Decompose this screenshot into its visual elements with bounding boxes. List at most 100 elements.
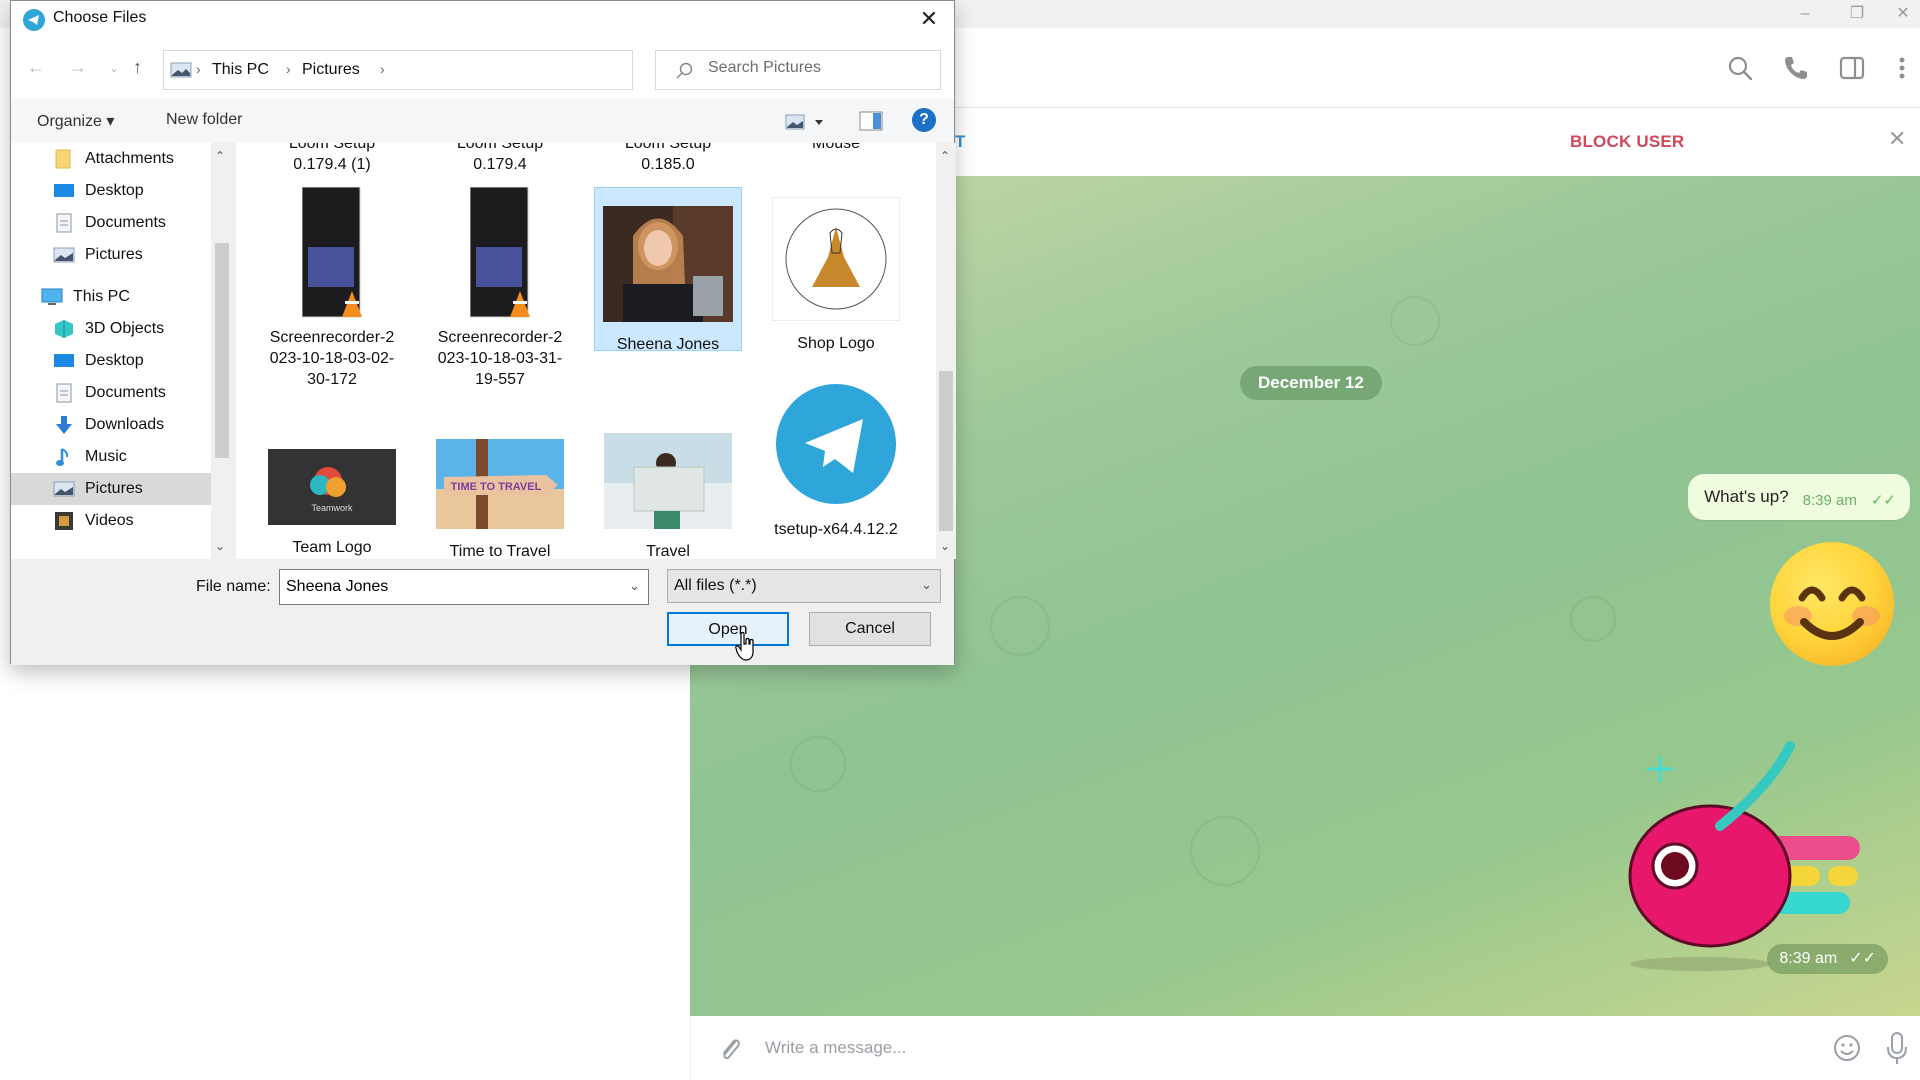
scroll-up-arrow-icon[interactable]: ⌃	[215, 149, 225, 163]
emoji-icon[interactable]	[1831, 1032, 1863, 1064]
file-list: Loom Setup 0.179.4 (1) Loom Setup 0.179.4 Lo…	[236, 143, 936, 559]
file-item[interactable]: tsetup-x64.4.12.2	[762, 383, 910, 540]
nav-item-3d-objects[interactable]: 3D Objects	[53, 313, 211, 345]
breadcrumb-this-pc[interactable]: This PC	[212, 61, 269, 79]
chevron-down-icon[interactable]: ⌄	[629, 578, 640, 594]
microphone-icon[interactable]	[1883, 1030, 1911, 1066]
close-action-bar-icon[interactable]: ✕	[1888, 126, 1907, 152]
file-item[interactable]: Loom Setup 0.179.4	[426, 143, 574, 175]
up-button[interactable]: ↑	[133, 57, 142, 78]
dialog-toolbar: Organize ▾ New folder ?	[11, 99, 954, 143]
file-item[interactable]: Loom Setup 0.179.4 (1)	[258, 143, 406, 175]
scrollbar-thumb[interactable]	[939, 371, 953, 531]
cherry-sticker[interactable]: 8:39 am ✓✓	[1600, 726, 1900, 986]
block-user-button[interactable]: BLOCK USER	[1570, 132, 1684, 152]
navigation-pane-scrollbar[interactable]: ⌃ ⌄	[211, 143, 233, 559]
nav-item-downloads[interactable]: Downloads	[53, 409, 211, 441]
nav-item-documents[interactable]: Documents	[53, 207, 211, 239]
nav-item-pictures[interactable]: Pictures	[11, 473, 211, 505]
scroll-up-arrow-icon[interactable]: ⌃	[940, 149, 950, 163]
search-input[interactable]	[708, 59, 928, 77]
help-button[interactable]: ?	[912, 108, 936, 132]
svg-text:TIME TO TRAVEL: TIME TO TRAVEL	[451, 481, 542, 493]
file-name-line: 0.179.4 (1)	[293, 156, 371, 173]
nav-item-desktop[interactable]: Desktop	[53, 175, 211, 207]
file-item[interactable]: Sheena Jones	[594, 187, 742, 353]
file-item[interactable]: Screenrecorder-2 023-10-18-03-02- 30-172	[258, 186, 406, 390]
open-button[interactable]: Open	[667, 612, 789, 646]
file-item[interactable]: TIME TO TRAVEL Time to Travel	[426, 383, 574, 559]
minimize-button[interactable]: –	[1782, 2, 1828, 26]
file-name-line: 0.185.0	[641, 156, 695, 173]
computer-icon	[41, 287, 63, 307]
scroll-down-arrow-icon[interactable]: ⌄	[940, 539, 950, 553]
dialog-titlebar: Choose Files ✕	[11, 1, 954, 37]
cancel-button[interactable]: Cancel	[809, 612, 931, 646]
3d-objects-icon	[53, 319, 75, 339]
breadcrumb-pictures[interactable]: Pictures	[302, 61, 360, 79]
back-button[interactable]: ←	[27, 57, 45, 78]
recent-locations-button[interactable]: ⌄	[109, 61, 119, 75]
window-close-button[interactable]: ✕	[1880, 2, 1920, 26]
desktop-icon	[53, 181, 75, 201]
nav-item-videos[interactable]: Videos	[53, 505, 211, 537]
file-name-input[interactable]	[286, 578, 606, 596]
change-view-icon[interactable]	[785, 113, 827, 131]
paperclip-icon[interactable]	[715, 1034, 745, 1064]
nav-item-pictures[interactable]: Pictures	[53, 239, 211, 271]
new-folder-button[interactable]: New folder	[166, 111, 242, 129]
nav-item-this-pc[interactable]: This PC	[41, 281, 211, 313]
file-item[interactable]: Loom Setup 0.185.0	[594, 143, 742, 175]
choose-files-dialog: Choose Files ✕ ← → ⌄ ↑ › This PC › Pictu…	[10, 0, 956, 665]
nav-item-documents[interactable]: Documents	[53, 377, 211, 409]
file-item[interactable]: Travel	[594, 383, 742, 559]
file-name-line: Shop Logo	[797, 335, 875, 352]
nav-item-desktop[interactable]: Desktop	[53, 345, 211, 377]
file-list-scrollbar[interactable]: ⌃ ⌄	[936, 143, 956, 559]
breadcrumb-separator: ›	[286, 61, 291, 77]
nav-item-label: Desktop	[85, 182, 144, 199]
file-type-select[interactable]: All files (*.*) ⌄	[667, 569, 941, 603]
file-item[interactable]: Screenrecorder-2 023-10-18-03-31- 19-557	[426, 186, 574, 390]
file-item[interactable]: Mouse	[762, 143, 910, 154]
file-item[interactable]: Teamwork Team Logo	[258, 383, 406, 558]
address-bar[interactable]: › This PC › Pictures › ⌄ ↻	[163, 50, 776, 90]
music-icon	[53, 447, 75, 467]
nav-item-label: Videos	[85, 512, 134, 529]
file-thumbnail	[301, 186, 362, 321]
organize-button[interactable]: Organize ▾	[37, 111, 114, 131]
phone-icon[interactable]	[1780, 52, 1812, 84]
more-vertical-icon[interactable]	[1886, 52, 1918, 84]
scroll-down-arrow-icon[interactable]: ⌄	[215, 539, 225, 553]
smiling-emoji[interactable]	[1770, 542, 1894, 666]
message-input[interactable]	[765, 1030, 1745, 1066]
file-name-line: Team Logo	[292, 539, 372, 556]
message-bubble[interactable]: What's up? 8:39 am ✓✓	[1688, 474, 1910, 520]
wallpaper-doodle	[1570, 596, 1616, 642]
nav-item-attachments[interactable]: Attachments	[53, 143, 211, 175]
navigation-pane: Attachments Desktop Documents Pictures This …	[11, 143, 221, 559]
sidebar-toggle-icon[interactable]	[1836, 52, 1868, 84]
file-name-line: Screenrecorder-2	[437, 329, 563, 346]
file-name-label: File name:	[196, 578, 271, 595]
forward-button[interactable]: →	[69, 57, 87, 78]
dialog-close-button[interactable]: ✕	[914, 5, 944, 33]
desktop-icon	[53, 351, 75, 371]
read-check-icon: ✓✓	[1870, 492, 1896, 509]
nav-item-music[interactable]: Music	[53, 441, 211, 473]
preview-pane-icon[interactable]	[859, 111, 883, 131]
file-thumbnail	[604, 433, 732, 535]
nav-item-label: Attachments	[85, 150, 174, 167]
file-thumbnail	[603, 206, 733, 328]
sticker-time: 8:39 am	[1779, 950, 1838, 967]
file-item[interactable]: Shop Logo	[762, 187, 910, 354]
wallpaper-doodle	[790, 736, 846, 792]
file-type-value: All files (*.*)	[674, 577, 757, 594]
nav-item-label: Desktop	[85, 352, 144, 369]
scrollbar-thumb[interactable]	[215, 243, 229, 458]
documents-icon	[53, 383, 75, 403]
nav-item-label: Downloads	[85, 416, 165, 433]
restore-button[interactable]: ❐	[1834, 2, 1880, 26]
videos-icon	[53, 511, 75, 531]
search-icon[interactable]	[1724, 52, 1756, 84]
